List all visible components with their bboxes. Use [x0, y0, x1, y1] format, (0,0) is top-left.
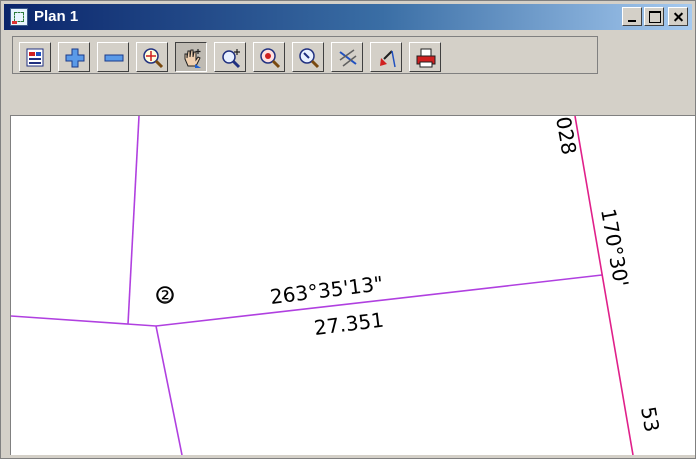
minus-icon — [104, 54, 124, 62]
plan-drawing: ② 263°35'13" 27.351 170°30' 028 53 — [11, 116, 664, 455]
zoom-extent-icon — [143, 48, 164, 69]
plot-view-icon — [26, 48, 44, 67]
toolbar — [4, 32, 692, 112]
parcel-boundary-line — [11, 315, 157, 327]
point-marker: ② — [156, 283, 174, 307]
parcel-boundary-line — [127, 116, 140, 325]
bearing-label: 263°35'13" — [269, 271, 385, 309]
pan-hand-icon — [184, 49, 201, 68]
zoom-window-icon — [222, 49, 241, 69]
close-button[interactable] — [668, 7, 688, 26]
zoom-in-button[interactable] — [58, 42, 90, 72]
point-number-label: ② — [156, 283, 174, 307]
bottom-partial-label: 53 — [636, 405, 664, 434]
plan-window: Plan 1 ② 263°35'13" 27.351 170°30' 028 5… — [0, 0, 696, 459]
zoom-window-button[interactable] — [214, 42, 246, 72]
erase-icon — [339, 49, 357, 67]
zoom-center-button[interactable] — [253, 42, 285, 72]
plan-canvas[interactable]: ② 263°35'13" 27.351 170°30' 028 53 — [10, 115, 695, 455]
distance-label: 27.351 — [313, 308, 385, 340]
zoom-extent-button[interactable] — [136, 42, 168, 72]
zoom-center-icon — [260, 48, 281, 69]
plan-app-icon — [10, 8, 28, 26]
top-partial-label: 028 — [551, 116, 581, 156]
window-title: Plan 1 — [34, 8, 79, 25]
zoom-previous-button[interactable] — [292, 42, 324, 72]
parcel-boundary-line — [155, 325, 183, 455]
plus-icon — [65, 48, 85, 68]
zoom-out-button[interactable] — [97, 42, 129, 72]
title-bar[interactable]: Plan 1 — [4, 4, 692, 30]
minimize-button[interactable] — [622, 7, 642, 26]
print-button[interactable] — [409, 42, 441, 72]
maximize-button[interactable] — [644, 7, 664, 26]
zoom-previous-icon — [299, 48, 320, 69]
erase-button[interactable] — [331, 42, 363, 72]
pick-icon — [380, 50, 396, 68]
pick-button[interactable] — [370, 42, 402, 72]
print-icon — [416, 48, 436, 68]
tool-strip — [12, 36, 598, 74]
plot-view-button[interactable] — [19, 42, 51, 72]
pan-button[interactable] — [175, 42, 207, 72]
